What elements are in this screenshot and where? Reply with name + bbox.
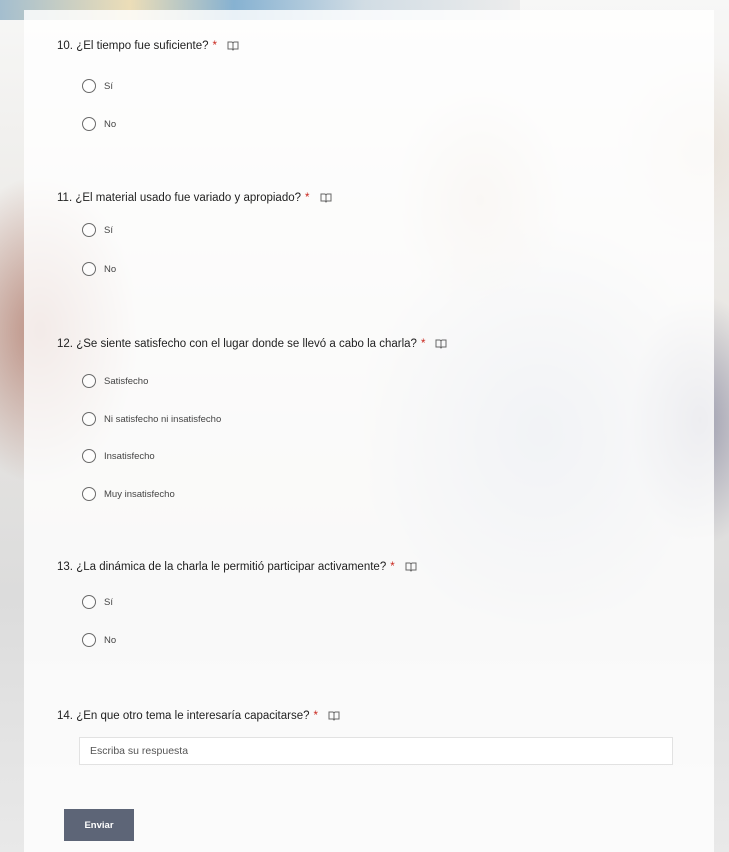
immersive-reader-icon[interactable]	[405, 562, 417, 572]
required-marker: *	[420, 338, 426, 350]
option-q11-si[interactable]: Sí	[82, 223, 113, 237]
option-q10-si[interactable]: Sí	[82, 79, 113, 93]
radio-button[interactable]	[82, 412, 96, 426]
radio-button[interactable]	[82, 223, 96, 237]
option-q10-no[interactable]: No	[82, 117, 116, 131]
question-13-title: 13. ¿La dinámica de la charla le permiti…	[57, 561, 417, 573]
option-q12-insatisfecho[interactable]: Insatisfecho	[82, 449, 155, 463]
radio-button[interactable]	[82, 595, 96, 609]
radio-button[interactable]	[82, 449, 96, 463]
radio-button[interactable]	[82, 262, 96, 276]
required-marker: *	[212, 40, 218, 52]
option-q11-no[interactable]: No	[82, 262, 116, 276]
option-q12-ni-satisfecho[interactable]: Ni satisfecho ni insatisfecho	[82, 412, 221, 426]
immersive-reader-icon[interactable]	[320, 193, 332, 203]
radio-button[interactable]	[82, 117, 96, 131]
submit-button[interactable]: Enviar	[64, 809, 134, 841]
required-marker: *	[313, 710, 319, 722]
immersive-reader-icon[interactable]	[435, 339, 447, 349]
option-q13-si[interactable]: Sí	[82, 595, 113, 609]
question-14-title: 14. ¿En que otro tema le interesaría cap…	[57, 710, 340, 722]
required-marker: *	[305, 192, 310, 204]
required-marker: *	[390, 561, 395, 573]
radio-button[interactable]	[82, 79, 96, 93]
form-panel	[24, 10, 714, 852]
question-12-title: 12. ¿Se siente satisfecho con el lugar d…	[57, 338, 447, 350]
question-10-title: 10. ¿El tiempo fue suficiente? *	[57, 40, 239, 52]
immersive-reader-icon[interactable]	[227, 41, 239, 51]
radio-button[interactable]	[82, 487, 96, 501]
option-q13-no[interactable]: No	[82, 633, 116, 647]
question-11-title: 11. ¿El material usado fue variado y apr…	[57, 192, 332, 204]
option-q12-muy-insatisfecho[interactable]: Muy insatisfecho	[82, 487, 175, 501]
answer-placeholder: Escriba su respuesta	[90, 745, 189, 757]
answer-text-input[interactable]: Escriba su respuesta	[79, 737, 673, 765]
immersive-reader-icon[interactable]	[328, 711, 340, 721]
radio-button[interactable]	[82, 633, 96, 647]
radio-button[interactable]	[82, 374, 96, 388]
option-q12-satisfecho[interactable]: Satisfecho	[82, 374, 148, 388]
